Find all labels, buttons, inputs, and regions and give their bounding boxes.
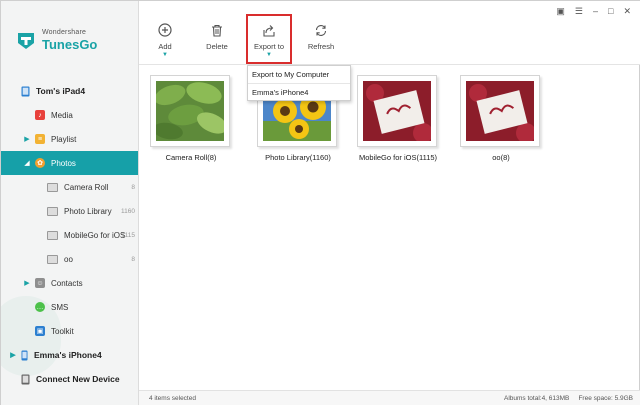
device-connect-icon bbox=[21, 374, 30, 384]
connect-new-device[interactable]: Connect New Device bbox=[1, 367, 138, 391]
connect-label: Connect New Device bbox=[36, 374, 120, 384]
album-label: Camera Roll(8) bbox=[165, 153, 217, 162]
playlist-icon: ≡ bbox=[35, 134, 45, 144]
collapse-arrow-icon[interactable]: ◢ bbox=[23, 159, 31, 167]
brand-name: TunesGo bbox=[42, 37, 98, 52]
device-emmas-iphone4[interactable]: ▶ Emma's iPhone4 bbox=[1, 343, 138, 367]
sidebar-item-toolkit[interactable]: ▣ Toolkit bbox=[1, 319, 138, 343]
delete-button[interactable]: Delete bbox=[194, 21, 240, 51]
toolkit-icon: ▣ bbox=[35, 326, 45, 336]
album-label: Photo Library(1160) bbox=[265, 153, 331, 162]
sidebar-item-label: Toolkit bbox=[51, 326, 74, 336]
window-controls: ▣ ☰ – □ ✕ bbox=[556, 6, 631, 17]
minimize-icon[interactable]: – bbox=[593, 6, 598, 17]
maximize-icon[interactable]: □ bbox=[608, 6, 613, 17]
albums-total: Albums total:4, 613MB bbox=[504, 395, 570, 402]
expand-arrow-icon[interactable]: ▶ bbox=[9, 351, 17, 359]
sidebar: Wondershare TunesGo Tom's iPad4 ♪ Media … bbox=[1, 1, 139, 405]
refresh-label: Refresh bbox=[307, 42, 335, 51]
device-name: Emma's iPhone4 bbox=[34, 350, 102, 360]
photos-icon: ✿ bbox=[35, 158, 45, 168]
sidebar-item-photos[interactable]: ◢ ✿ Photos bbox=[1, 151, 138, 175]
sidebar-subitem-photo-library[interactable]: Photo Library 1160 bbox=[1, 199, 138, 223]
delete-label: Delete bbox=[206, 42, 228, 51]
album-thumbnail[interactable] bbox=[150, 75, 230, 147]
menu-icon[interactable]: ☰ bbox=[575, 6, 583, 17]
album-label: oo(8) bbox=[492, 153, 510, 162]
add-button[interactable]: Add ▼ bbox=[142, 21, 188, 58]
device-toms-ipad4[interactable]: Tom's iPad4 bbox=[1, 79, 138, 103]
sidebar-subitem-mobilego[interactable]: MobileGo for iOS 1115 bbox=[1, 223, 138, 247]
album-icon bbox=[47, 254, 58, 264]
sidebar-item-label: Camera Roll bbox=[64, 182, 109, 192]
sms-icon: … bbox=[35, 302, 45, 312]
export-to-computer-item[interactable]: Export to My Computer bbox=[248, 66, 350, 83]
tunesgo-logo-icon bbox=[18, 33, 34, 49]
sidebar-item-label: SMS bbox=[51, 302, 69, 312]
album-icon bbox=[47, 182, 58, 192]
sidebar-item-media[interactable]: ♪ Media bbox=[1, 103, 138, 127]
brand-sub: Wondershare bbox=[42, 29, 87, 36]
sidebar-item-label: Photo Library bbox=[64, 206, 112, 216]
device-name: Tom's iPad4 bbox=[36, 86, 86, 96]
item-count: 1115 bbox=[121, 231, 136, 239]
sidebar-subitem-oo[interactable]: oo 8 bbox=[1, 247, 138, 271]
free-space: Free space: 5.9GB bbox=[578, 395, 633, 402]
item-count: 8 bbox=[131, 183, 135, 191]
phone-icon bbox=[21, 350, 28, 360]
item-count: 8 bbox=[131, 255, 135, 263]
device-tree: Tom's iPad4 ♪ Media ▶ ≡ Playlist ◢ ✿ Pho… bbox=[1, 79, 138, 391]
expand-arrow-icon[interactable]: ▶ bbox=[23, 279, 31, 287]
sidebar-item-label: Playlist bbox=[51, 134, 77, 144]
storage-status: Albums total:4, 613MB Free space: 5.9GB bbox=[504, 395, 633, 402]
sidebar-item-label: MobileGo for iOS bbox=[64, 230, 126, 240]
album-label: MobileGo for iOS(1115) bbox=[358, 153, 438, 162]
tablet-icon bbox=[21, 86, 30, 96]
sidebar-item-label: Contacts bbox=[51, 278, 83, 288]
status-bar: 4 items selected Albums total:4, 613MB F… bbox=[139, 390, 640, 405]
add-label: Add bbox=[158, 42, 172, 51]
app-window: Wondershare TunesGo Tom's iPad4 ♪ Media … bbox=[0, 0, 640, 405]
expand-arrow-icon[interactable]: ▶ bbox=[23, 135, 31, 143]
green-leaves-image bbox=[156, 81, 224, 141]
album-thumbnail[interactable] bbox=[357, 75, 437, 147]
item-count: 1160 bbox=[121, 207, 135, 215]
trash-icon bbox=[212, 24, 222, 37]
close-icon[interactable]: ✕ bbox=[623, 6, 631, 17]
sidebar-item-contacts[interactable]: ▶ ☺ Contacts bbox=[1, 271, 138, 295]
dropdown-arrow-icon[interactable]: ▼ bbox=[162, 52, 168, 58]
sidebar-item-label: Photos bbox=[51, 158, 76, 168]
sidebar-item-playlist[interactable]: ▶ ≡ Playlist bbox=[1, 127, 138, 151]
contacts-icon: ☺ bbox=[35, 278, 45, 288]
sidebar-item-sms[interactable]: … SMS bbox=[1, 295, 138, 319]
export-to-device-item[interactable]: Emma's iPhone4 bbox=[248, 83, 350, 100]
selection-status: 4 items selected bbox=[149, 395, 196, 402]
music-icon: ♪ bbox=[35, 110, 45, 120]
feedback-icon[interactable]: ▣ bbox=[556, 6, 565, 17]
export-menu: Export to My Computer Emma's iPhone4 bbox=[247, 65, 351, 101]
refresh-icon bbox=[315, 24, 327, 36]
red-card-image bbox=[363, 81, 431, 141]
album-icon bbox=[47, 206, 58, 216]
plus-circle-icon bbox=[158, 23, 172, 37]
export-highlight-box bbox=[246, 14, 292, 64]
album-icon bbox=[47, 230, 58, 240]
toolbar: Add ▼ Delete Export to ▼ Refresh ▣ ☰ – □… bbox=[139, 1, 640, 65]
refresh-button[interactable]: Refresh bbox=[298, 21, 344, 51]
sidebar-subitem-camera-roll[interactable]: Camera Roll 8 bbox=[1, 175, 138, 199]
sidebar-item-label: oo bbox=[64, 254, 73, 264]
app-logo: Wondershare TunesGo bbox=[15, 25, 97, 55]
red-card-image bbox=[466, 81, 534, 141]
album-thumbnail[interactable] bbox=[460, 75, 540, 147]
sidebar-item-label: Media bbox=[51, 110, 73, 120]
